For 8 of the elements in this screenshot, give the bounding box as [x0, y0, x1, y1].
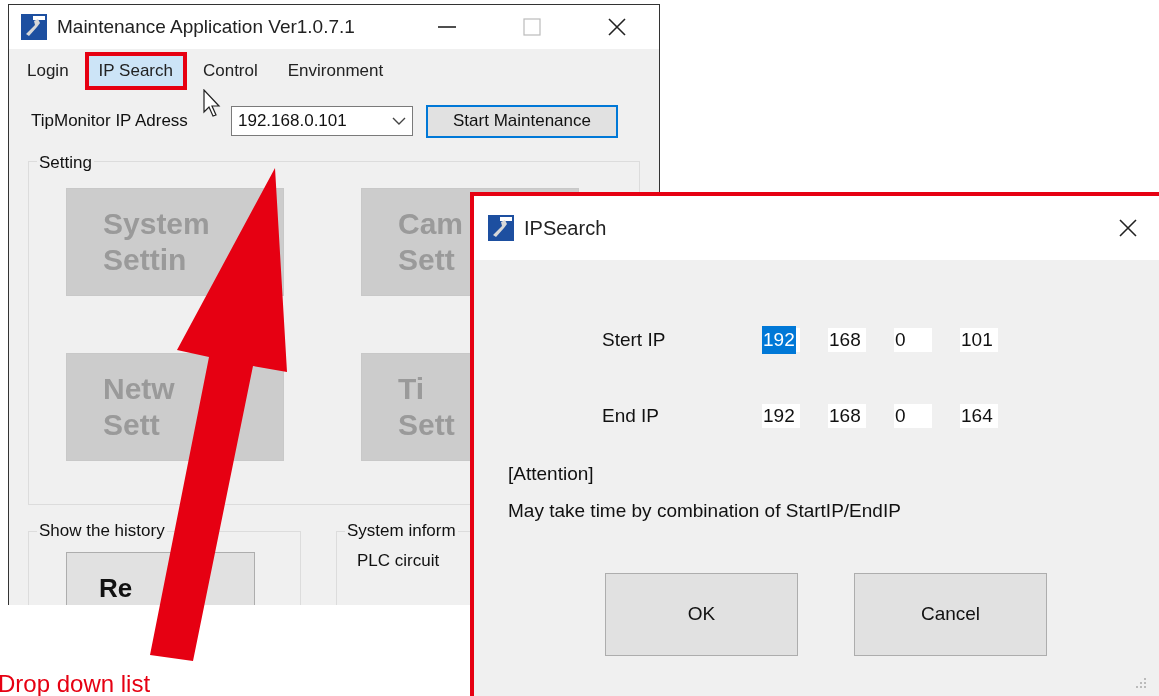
attention-note: May take time by combination of StartIP/EndIP: [508, 498, 901, 523]
attention-heading: [Attention]: [508, 462, 594, 486]
ip-row-label: Stert IP: [602, 327, 667, 352]
ip-row-label: End IP: [602, 403, 661, 428]
plc-circuit-label: PLC circuit: [357, 550, 440, 572]
dialog-title: IPSearch: [524, 216, 607, 241]
ip-address-label: TipMonitor IP Adress: [31, 110, 189, 133]
window-title: Maintenance Application Ver1.0.7.1: [57, 14, 355, 39]
